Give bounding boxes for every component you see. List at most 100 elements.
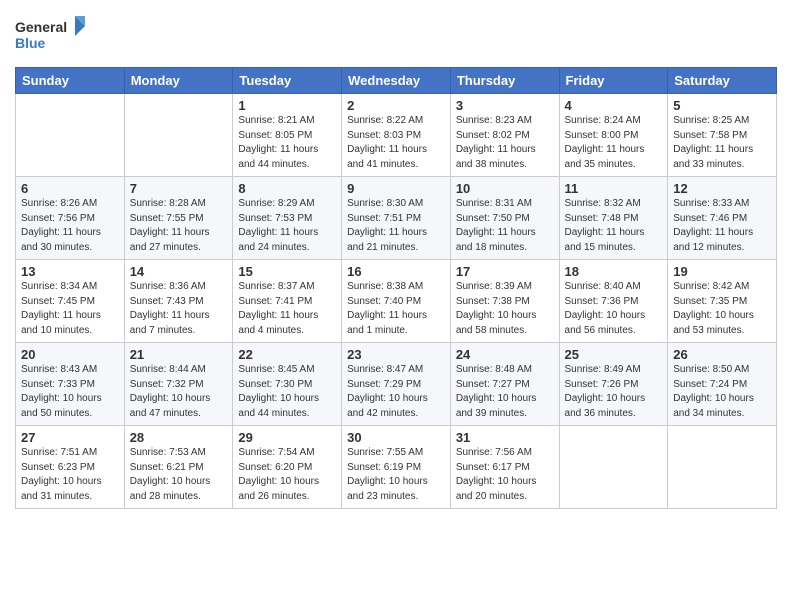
- day-number: 4: [565, 98, 663, 113]
- day-info: Sunrise: 8:44 AM Sunset: 7:32 PM Dayligh…: [130, 363, 228, 421]
- day-info: Sunrise: 8:32 AM Sunset: 7:48 PM Dayligh…: [565, 197, 663, 255]
- page: General Blue SundayMondayTuesdayWednesda…: [0, 0, 792, 612]
- day-info: Sunrise: 8:48 AM Sunset: 7:27 PM Dayligh…: [456, 363, 554, 421]
- day-number: 18: [565, 264, 663, 279]
- day-number: 3: [456, 98, 554, 113]
- day-info: Sunrise: 8:37 AM Sunset: 7:41 PM Dayligh…: [238, 280, 336, 338]
- logo-area: General Blue: [15, 10, 85, 61]
- day-info: Sunrise: 8:43 AM Sunset: 7:33 PM Dayligh…: [21, 363, 119, 421]
- day-info: Sunrise: 8:33 AM Sunset: 7:46 PM Dayligh…: [673, 197, 771, 255]
- day-info: Sunrise: 7:55 AM Sunset: 6:19 PM Dayligh…: [347, 446, 445, 504]
- calendar-cell: 19Sunrise: 8:42 AM Sunset: 7:35 PM Dayli…: [668, 260, 777, 343]
- weekday-header-row: SundayMondayTuesdayWednesdayThursdayFrid…: [16, 68, 777, 94]
- week-row-2: 6Sunrise: 8:26 AM Sunset: 7:56 PM Daylig…: [16, 177, 777, 260]
- weekday-header-sunday: Sunday: [16, 68, 125, 94]
- calendar-cell: [668, 426, 777, 509]
- day-number: 5: [673, 98, 771, 113]
- day-info: Sunrise: 8:23 AM Sunset: 8:02 PM Dayligh…: [456, 114, 554, 172]
- calendar-cell: 10Sunrise: 8:31 AM Sunset: 7:50 PM Dayli…: [450, 177, 559, 260]
- day-number: 12: [673, 181, 771, 196]
- day-info: Sunrise: 8:28 AM Sunset: 7:55 PM Dayligh…: [130, 197, 228, 255]
- day-number: 20: [21, 347, 119, 362]
- calendar-cell: 17Sunrise: 8:39 AM Sunset: 7:38 PM Dayli…: [450, 260, 559, 343]
- calendar-cell: 15Sunrise: 8:37 AM Sunset: 7:41 PM Dayli…: [233, 260, 342, 343]
- calendar-cell: 20Sunrise: 8:43 AM Sunset: 7:33 PM Dayli…: [16, 343, 125, 426]
- day-number: 17: [456, 264, 554, 279]
- calendar-cell: 13Sunrise: 8:34 AM Sunset: 7:45 PM Dayli…: [16, 260, 125, 343]
- day-number: 9: [347, 181, 445, 196]
- day-info: Sunrise: 8:38 AM Sunset: 7:40 PM Dayligh…: [347, 280, 445, 338]
- calendar-cell: 25Sunrise: 8:49 AM Sunset: 7:26 PM Dayli…: [559, 343, 668, 426]
- day-number: 7: [130, 181, 228, 196]
- day-number: 16: [347, 264, 445, 279]
- svg-text:Blue: Blue: [15, 35, 46, 51]
- svg-text:General: General: [15, 19, 67, 35]
- day-number: 19: [673, 264, 771, 279]
- day-number: 24: [456, 347, 554, 362]
- calendar-cell: 3Sunrise: 8:23 AM Sunset: 8:02 PM Daylig…: [450, 94, 559, 177]
- calendar-cell: 30Sunrise: 7:55 AM Sunset: 6:19 PM Dayli…: [342, 426, 451, 509]
- weekday-header-friday: Friday: [559, 68, 668, 94]
- day-info: Sunrise: 8:25 AM Sunset: 7:58 PM Dayligh…: [673, 114, 771, 172]
- calendar-cell: 16Sunrise: 8:38 AM Sunset: 7:40 PM Dayli…: [342, 260, 451, 343]
- calendar-cell: [124, 94, 233, 177]
- calendar-cell: 2Sunrise: 8:22 AM Sunset: 8:03 PM Daylig…: [342, 94, 451, 177]
- calendar-cell: 1Sunrise: 8:21 AM Sunset: 8:05 PM Daylig…: [233, 94, 342, 177]
- day-info: Sunrise: 8:26 AM Sunset: 7:56 PM Dayligh…: [21, 197, 119, 255]
- day-number: 23: [347, 347, 445, 362]
- calendar-cell: 6Sunrise: 8:26 AM Sunset: 7:56 PM Daylig…: [16, 177, 125, 260]
- calendar-cell: 31Sunrise: 7:56 AM Sunset: 6:17 PM Dayli…: [450, 426, 559, 509]
- week-row-4: 20Sunrise: 8:43 AM Sunset: 7:33 PM Dayli…: [16, 343, 777, 426]
- calendar-cell: 21Sunrise: 8:44 AM Sunset: 7:32 PM Dayli…: [124, 343, 233, 426]
- day-info: Sunrise: 8:21 AM Sunset: 8:05 PM Dayligh…: [238, 114, 336, 172]
- day-number: 10: [456, 181, 554, 196]
- day-number: 22: [238, 347, 336, 362]
- day-number: 2: [347, 98, 445, 113]
- day-info: Sunrise: 7:53 AM Sunset: 6:21 PM Dayligh…: [130, 446, 228, 504]
- calendar-cell: 23Sunrise: 8:47 AM Sunset: 7:29 PM Dayli…: [342, 343, 451, 426]
- day-info: Sunrise: 8:24 AM Sunset: 8:00 PM Dayligh…: [565, 114, 663, 172]
- day-info: Sunrise: 8:50 AM Sunset: 7:24 PM Dayligh…: [673, 363, 771, 421]
- day-number: 13: [21, 264, 119, 279]
- logo: General Blue: [15, 14, 85, 61]
- day-info: Sunrise: 8:42 AM Sunset: 7:35 PM Dayligh…: [673, 280, 771, 338]
- calendar-cell: 27Sunrise: 7:51 AM Sunset: 6:23 PM Dayli…: [16, 426, 125, 509]
- weekday-header-thursday: Thursday: [450, 68, 559, 94]
- day-info: Sunrise: 7:51 AM Sunset: 6:23 PM Dayligh…: [21, 446, 119, 504]
- weekday-header-monday: Monday: [124, 68, 233, 94]
- calendar-cell: 14Sunrise: 8:36 AM Sunset: 7:43 PM Dayli…: [124, 260, 233, 343]
- calendar-cell: 5Sunrise: 8:25 AM Sunset: 7:58 PM Daylig…: [668, 94, 777, 177]
- day-number: 30: [347, 430, 445, 445]
- day-info: Sunrise: 8:30 AM Sunset: 7:51 PM Dayligh…: [347, 197, 445, 255]
- day-number: 21: [130, 347, 228, 362]
- weekday-header-wednesday: Wednesday: [342, 68, 451, 94]
- day-info: Sunrise: 8:22 AM Sunset: 8:03 PM Dayligh…: [347, 114, 445, 172]
- day-info: Sunrise: 8:36 AM Sunset: 7:43 PM Dayligh…: [130, 280, 228, 338]
- day-number: 14: [130, 264, 228, 279]
- calendar-cell: [16, 94, 125, 177]
- calendar-cell: 24Sunrise: 8:48 AM Sunset: 7:27 PM Dayli…: [450, 343, 559, 426]
- day-info: Sunrise: 8:40 AM Sunset: 7:36 PM Dayligh…: [565, 280, 663, 338]
- day-number: 28: [130, 430, 228, 445]
- week-row-5: 27Sunrise: 7:51 AM Sunset: 6:23 PM Dayli…: [16, 426, 777, 509]
- day-number: 29: [238, 430, 336, 445]
- day-info: Sunrise: 7:56 AM Sunset: 6:17 PM Dayligh…: [456, 446, 554, 504]
- day-number: 31: [456, 430, 554, 445]
- day-info: Sunrise: 7:54 AM Sunset: 6:20 PM Dayligh…: [238, 446, 336, 504]
- calendar-cell: 29Sunrise: 7:54 AM Sunset: 6:20 PM Dayli…: [233, 426, 342, 509]
- week-row-1: 1Sunrise: 8:21 AM Sunset: 8:05 PM Daylig…: [16, 94, 777, 177]
- calendar-cell: 18Sunrise: 8:40 AM Sunset: 7:36 PM Dayli…: [559, 260, 668, 343]
- calendar-cell: 22Sunrise: 8:45 AM Sunset: 7:30 PM Dayli…: [233, 343, 342, 426]
- day-number: 27: [21, 430, 119, 445]
- calendar-cell: 7Sunrise: 8:28 AM Sunset: 7:55 PM Daylig…: [124, 177, 233, 260]
- day-number: 1: [238, 98, 336, 113]
- calendar-cell: 11Sunrise: 8:32 AM Sunset: 7:48 PM Dayli…: [559, 177, 668, 260]
- day-info: Sunrise: 8:29 AM Sunset: 7:53 PM Dayligh…: [238, 197, 336, 255]
- day-number: 26: [673, 347, 771, 362]
- day-info: Sunrise: 8:31 AM Sunset: 7:50 PM Dayligh…: [456, 197, 554, 255]
- day-info: Sunrise: 8:39 AM Sunset: 7:38 PM Dayligh…: [456, 280, 554, 338]
- weekday-header-saturday: Saturday: [668, 68, 777, 94]
- day-number: 15: [238, 264, 336, 279]
- day-number: 25: [565, 347, 663, 362]
- calendar-table: SundayMondayTuesdayWednesdayThursdayFrid…: [15, 67, 777, 509]
